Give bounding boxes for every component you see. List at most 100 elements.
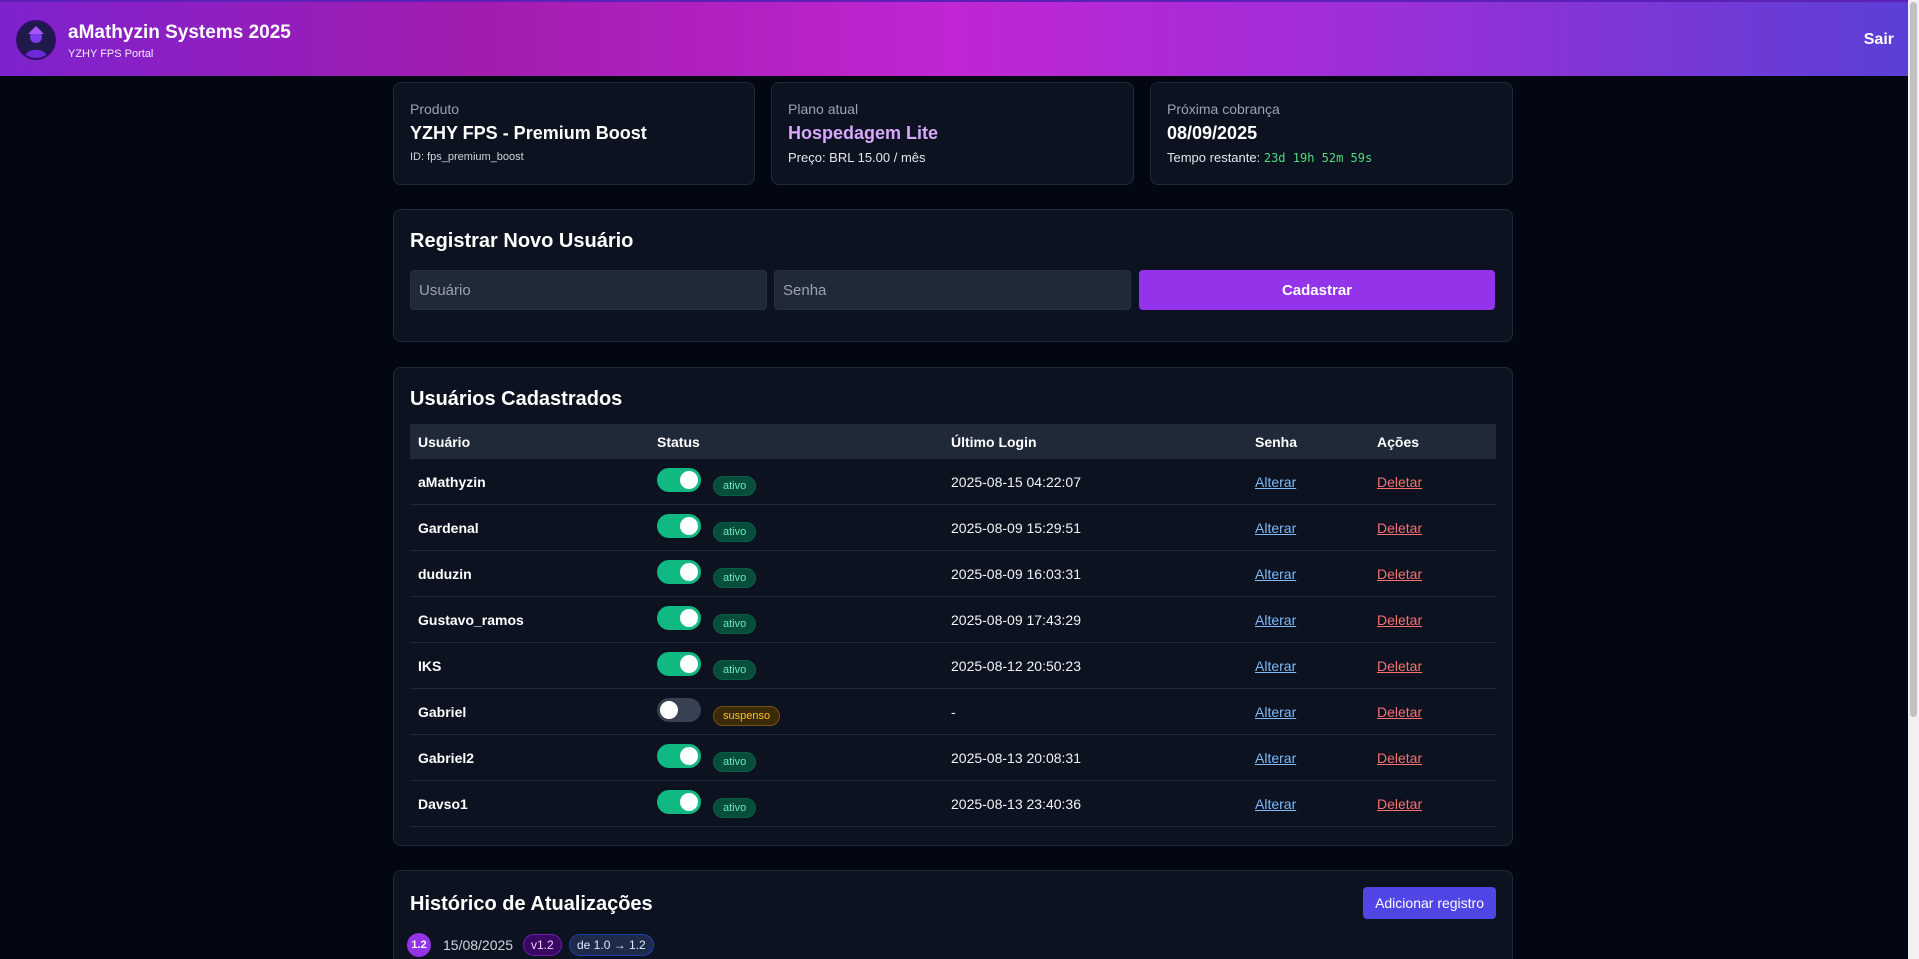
table-row: Gustavo_ramos ativo 2025-08-09 17:43:29 Alt… [410,597,1496,643]
table-header: Usuário Status Último Login Senha Ações [410,424,1496,459]
row-username: Gardenal [418,520,479,536]
username-input[interactable] [410,270,767,310]
status-toggle[interactable] [657,560,701,584]
status-toggle[interactable] [657,744,701,768]
delete-user-link[interactable]: Deletar [1377,796,1422,812]
row-username: Gustavo_ramos [418,612,524,628]
row-username: IKS [418,658,442,674]
status-toggle[interactable] [657,468,701,492]
row-username: aMathyzin [418,474,486,490]
row-last-login: 2025-08-13 20:08:31 [951,750,1081,766]
plan-name: Hospedagem Lite [788,123,939,143]
product-name: YZHY FPS - Premium Boost [410,123,647,143]
register-card: Registrar Novo Usuário Cadastrar [393,209,1513,342]
toggle-knob [660,701,678,719]
status-badge: ativo [713,752,757,772]
col-last-login: Último Login [951,434,1037,450]
product-label: Produto [410,101,460,117]
row-last-login: 2025-08-12 20:50:23 [951,658,1081,674]
toggle-knob [680,517,698,535]
users-table: Usuário Status Último Login Senha Ações … [410,424,1496,827]
scrollbar-thumb[interactable] [1910,2,1917,717]
top-bar: aMathyzin Systems 2025 YZHY FPS Portal S… [0,0,1908,76]
change-password-link[interactable]: Alterar [1255,704,1296,720]
row-username: Gabriel [418,704,467,720]
delete-user-link[interactable]: Deletar [1377,658,1422,674]
col-user: Usuário [418,434,471,450]
add-record-button[interactable]: Adicionar registro [1363,887,1496,919]
status-badge: ativo [713,798,757,818]
table-row: Gabriel2 ativo 2025-08-13 20:08:31 Alterar D… [410,735,1496,781]
change-password-link[interactable]: Alterar [1255,566,1296,582]
billing-label: Próxima cobrança [1167,101,1280,117]
table-row: aMathyzin ativo 2025-08-15 04:22:07 Alterar… [410,459,1496,505]
row-last-login: 2025-08-15 04:22:07 [951,474,1081,490]
table-row: Gardenal ativo 2025-08-09 15:29:51 Alterar D… [410,505,1496,551]
history-version-badge: v1.2 [523,934,562,956]
table-body: aMathyzin ativo 2025-08-15 04:22:07 Alterar… [410,459,1496,827]
toggle-knob [680,747,698,765]
status-badge: ativo [713,614,757,634]
countdown-value: 23d 19h 52m 59s [1263,151,1373,165]
users-title: Usuários Cadastrados [410,388,623,410]
col-password: Senha [1255,434,1298,450]
history-date: 15/08/2025 [443,937,514,953]
row-last-login: 2025-08-09 17:43:29 [951,612,1081,628]
row-username: Davso1 [418,796,468,812]
toggle-knob [680,563,698,581]
delete-user-link[interactable]: Deletar [1377,612,1422,628]
delete-user-link[interactable]: Deletar [1377,474,1422,490]
table-row: duduzin ativo 2025-08-09 16:03:31 Alterar De… [410,551,1496,597]
avatar [16,20,56,60]
users-card: Usuários Cadastrados Usuário Status Últi… [393,367,1513,846]
col-actions: Ações [1377,434,1420,450]
change-password-link[interactable]: Alterar [1255,474,1296,490]
status-badge: ativo [713,476,757,496]
billing-card: Próxima cobrança 08/09/2025 Tempo restan… [1150,82,1513,185]
change-password-link[interactable]: Alterar [1255,658,1296,674]
status-badge: suspenso [713,706,781,726]
remaining-time: Tempo restante: 23d 19h 52m 59s [1167,150,1372,165]
product-id: ID: fps_premium_boost [410,151,524,163]
history-title: Histórico de Atualizações [410,893,653,915]
status-toggle[interactable] [657,606,701,630]
app-subtitle: YZHY FPS Portal [68,48,154,60]
status-toggle[interactable] [657,790,701,814]
toggle-knob [680,793,698,811]
row-last-login: 2025-08-09 16:03:31 [951,566,1081,582]
change-password-link[interactable]: Alterar [1255,612,1296,628]
history-version-dot: 1.2 [407,933,431,957]
row-last-login: 2025-08-13 23:40:36 [951,796,1081,812]
status-toggle[interactable] [657,514,701,538]
row-last-login: - [951,704,956,720]
change-password-link[interactable]: Alterar [1255,796,1296,812]
plan-price: Preço: BRL 15.00 / mês [788,150,926,165]
plan-label: Plano atual [788,101,859,117]
password-input[interactable] [774,270,1131,310]
product-card: Produto YZHY FPS - Premium Boost ID: fps… [393,82,755,185]
delete-user-link[interactable]: Deletar [1377,704,1422,720]
remaining-time-label: Tempo restante: [1167,150,1261,165]
table-row: Gabriel suspenso - Alterar Deletar [410,689,1496,735]
billing-date: 08/09/2025 [1167,123,1258,143]
logout-button[interactable]: Sair [1864,31,1894,49]
plan-card: Plano atual Hospedagem Lite Preço: BRL 1… [771,82,1134,185]
delete-user-link[interactable]: Deletar [1377,750,1422,766]
toggle-knob [680,471,698,489]
page-scrollbar[interactable] [1908,0,1919,959]
change-password-link[interactable]: Alterar [1255,520,1296,536]
change-password-link[interactable]: Alterar [1255,750,1296,766]
table-row: Davso1 ativo 2025-08-13 23:40:36 Alterar Del… [410,781,1496,827]
row-username: Gabriel2 [418,750,475,766]
register-button[interactable]: Cadastrar [1139,270,1495,310]
status-badge: ativo [713,522,757,542]
history-range-badge: de 1.0 → 1.2 [569,934,654,956]
register-title: Registrar Novo Usuário [410,230,634,252]
row-username: duduzin [418,566,472,582]
delete-user-link[interactable]: Deletar [1377,520,1422,536]
delete-user-link[interactable]: Deletar [1377,566,1422,582]
col-status: Status [657,434,700,450]
toggle-knob [680,609,698,627]
status-toggle[interactable] [657,652,701,676]
status-toggle[interactable] [657,698,701,722]
